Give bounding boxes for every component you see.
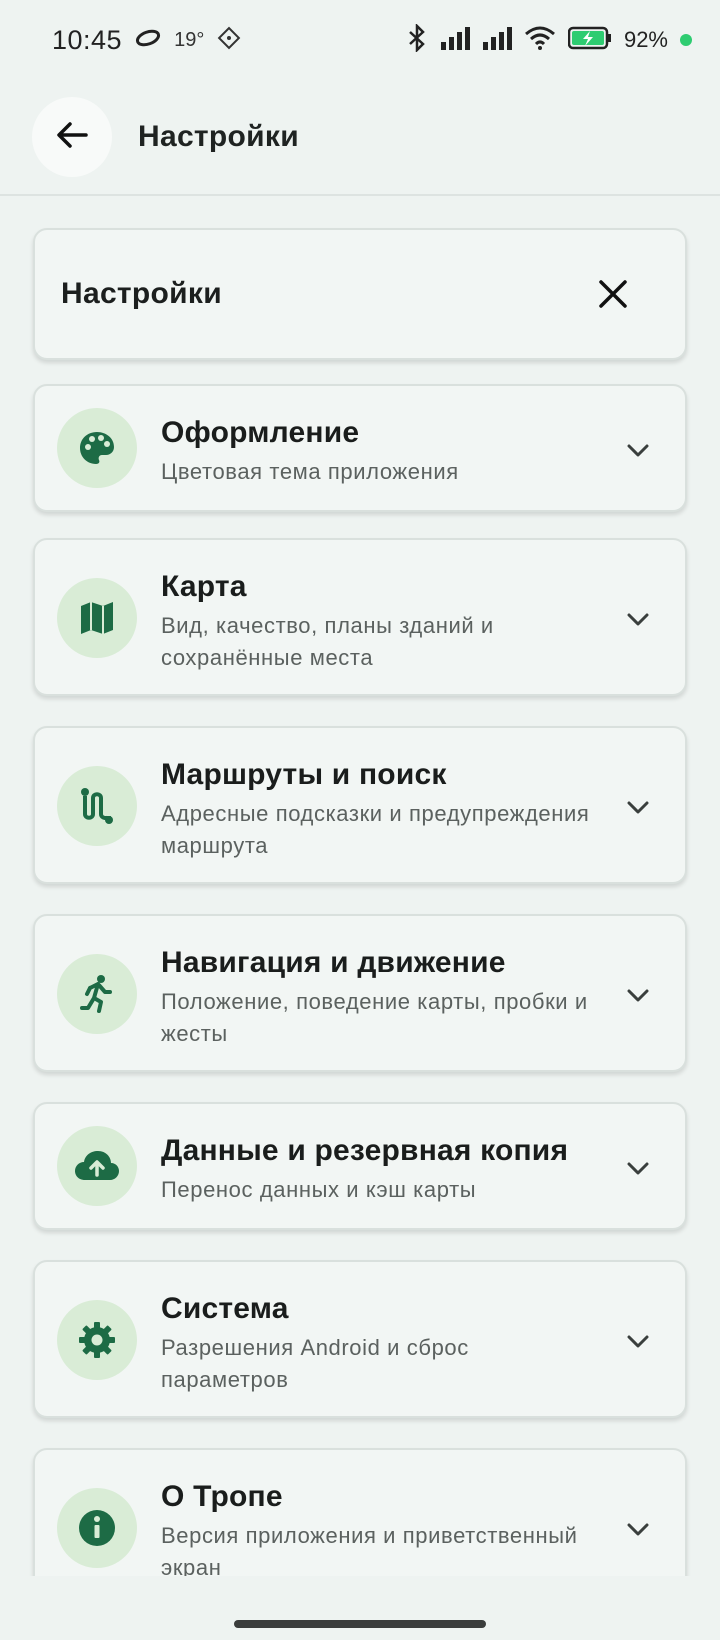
page-title: Настройки (138, 120, 299, 153)
close-icon (593, 280, 633, 318)
bluetooth-icon (406, 22, 428, 57)
status-bar: 10:45 19° 92% (0, 0, 720, 80)
section-subtitle: Версия приложения и приветственный экран (161, 1523, 578, 1576)
chevron-down-icon[interactable] (623, 1153, 653, 1183)
wifi-icon (524, 26, 556, 55)
arrow-back-icon (54, 117, 90, 158)
section-subtitle: Цветовая тема приложения (161, 459, 459, 484)
settings-search-card: Настройки (33, 228, 687, 360)
section-subtitle: Перенос данных и кэш карты (161, 1177, 477, 1202)
settings-list[interactable]: Настройки Оформление Цветовая тема прило… (0, 198, 720, 1576)
chevron-down-icon[interactable] (623, 980, 653, 1010)
battery-charging-icon (567, 26, 612, 55)
section-subtitle: Адресные подсказки и предупреждения марш… (161, 801, 590, 858)
weather-icon (216, 25, 242, 56)
section-title: Данные и резервная копия (161, 1134, 569, 1167)
chevron-down-icon[interactable] (623, 604, 653, 634)
running-icon (57, 954, 137, 1034)
vpn-icon (134, 28, 162, 53)
gear-icon (57, 1300, 137, 1380)
section-system[interactable]: Система Разрешения Android и сброс парам… (33, 1260, 687, 1418)
chevron-down-icon[interactable] (623, 1326, 653, 1356)
map-icon (57, 578, 137, 658)
cloud-upload-icon (57, 1126, 137, 1206)
home-indicator[interactable] (234, 1620, 486, 1628)
route-icon (57, 766, 137, 846)
search-card-title: Настройки (61, 277, 222, 310)
temperature: 19° (174, 28, 205, 51)
signal-icon (482, 26, 512, 55)
top-app-bar: Настройки (0, 80, 720, 196)
section-subtitle: Разрешения Android и сброс параметров (161, 1335, 469, 1392)
section-navigation-movement[interactable]: Навигация и движение Положение, поведени… (33, 914, 687, 1072)
section-about[interactable]: О Тропе Версия приложения и приветственн… (33, 1448, 687, 1576)
chevron-down-icon[interactable] (623, 435, 653, 465)
signal-icon (440, 26, 470, 55)
battery-percent: 92% (623, 27, 668, 52)
section-subtitle: Положение, поведение карты, пробки и жес… (161, 989, 588, 1046)
info-icon (57, 1488, 137, 1568)
section-map[interactable]: Карта Вид, качество, планы зданий и сохр… (33, 538, 687, 696)
notification-dot (680, 34, 692, 46)
section-routes-search[interactable]: Маршруты и поиск Адресные подсказки и пр… (33, 726, 687, 884)
chevron-down-icon[interactable] (623, 1514, 653, 1544)
section-title: Маршруты и поиск (161, 758, 447, 791)
section-appearance[interactable]: Оформление Цветовая тема приложения (33, 384, 687, 512)
clock: 10:45 (52, 24, 123, 55)
section-subtitle: Вид, качество, планы зданий и сохранённы… (161, 613, 494, 670)
close-button[interactable] (593, 274, 633, 314)
palette-icon (57, 408, 137, 488)
section-title: Карта (161, 570, 247, 603)
section-title: Система (161, 1292, 289, 1325)
section-data-backup[interactable]: Данные и резервная копия Перенос данных … (33, 1102, 687, 1230)
chevron-down-icon[interactable] (623, 792, 653, 822)
section-title: Оформление (161, 416, 360, 449)
back-button[interactable] (32, 97, 112, 177)
section-title: О Тропе (161, 1480, 283, 1513)
section-title: Навигация и движение (161, 946, 506, 979)
